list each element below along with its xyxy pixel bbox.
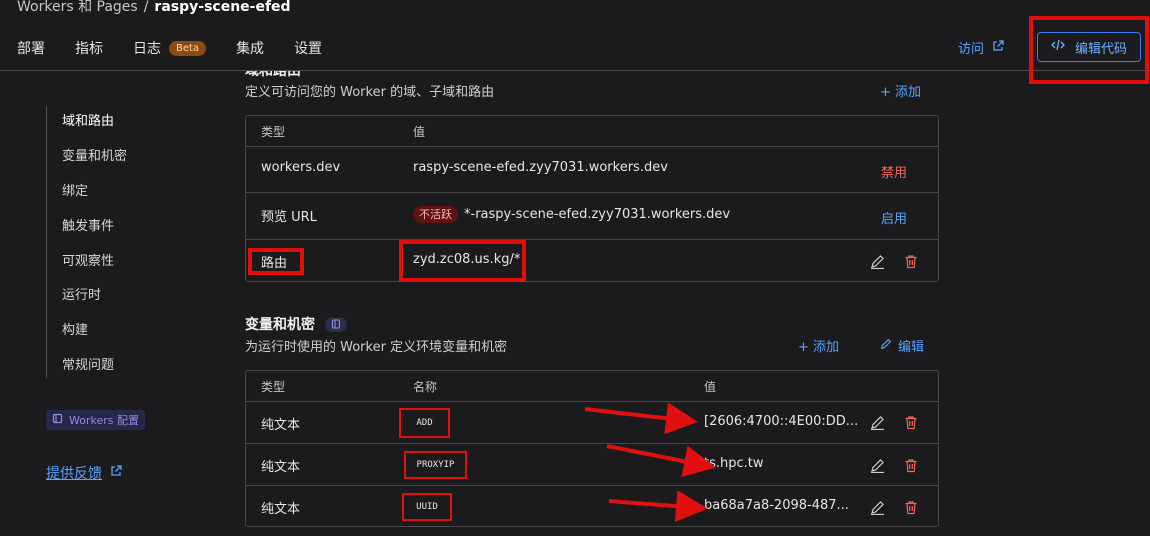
edit-variables-button[interactable]: 编辑	[880, 336, 924, 355]
beta-badge: Beta	[169, 40, 207, 56]
workers-config-label: Workers 配置	[69, 414, 139, 427]
code-icon	[1051, 39, 1065, 55]
inactive-badge: 不活跃	[413, 206, 458, 223]
row-type: workers.dev	[261, 160, 341, 175]
tab-deployments[interactable]: 部署	[17, 38, 45, 58]
tab-bar: 部署 指标 日志 Beta 集成 设置	[17, 38, 352, 58]
column-header-value: 值	[413, 125, 426, 139]
visit-link[interactable]: 访问	[958, 38, 1004, 57]
external-link-icon	[992, 39, 1004, 56]
sidebar-item-runtime[interactable]: 运行时	[62, 284, 101, 303]
breadcrumb: Workers 和 Pages / raspy-scene-efed	[17, 0, 291, 16]
column-header-value: 值	[704, 380, 717, 394]
add-domain-button[interactable]: + 添加	[880, 81, 921, 100]
pencil-icon[interactable]	[868, 413, 886, 431]
row-type: 纯文本	[261, 502, 301, 517]
feedback-link[interactable]: 提供反馈	[46, 463, 122, 483]
row-value: [2606:4700::4E00:DD...	[704, 414, 859, 429]
row-value: ts.hpc.tw	[704, 456, 764, 471]
row-type: 纯文本	[261, 418, 301, 433]
domains-description: 定义可访问您的 Worker 的域、子域和路由	[245, 85, 495, 100]
book-icon	[52, 413, 63, 427]
tab-logs[interactable]: 日志 Beta	[133, 38, 207, 58]
row-type: 路由	[261, 256, 288, 271]
variables-section-title: 变量和机密	[245, 314, 347, 334]
table-row: 纯文本 [2606:4700::4E00:DD...	[246, 401, 938, 444]
sidebar-item-domains[interactable]: 域和路由	[62, 110, 114, 129]
column-header-type: 类型	[261, 125, 286, 139]
trash-icon[interactable]	[902, 456, 920, 474]
table-row: workers.dev raspy-scene-efed.zyy7031.wor…	[246, 146, 938, 193]
workers-config-link[interactable]: Workers 配置	[46, 410, 145, 430]
table-row: 预览 URL 不活跃 *-raspy-scene-efed.zyy7031.wor…	[246, 192, 938, 240]
sidebar-item-bindings[interactable]: 绑定	[62, 180, 88, 199]
edit-code-button[interactable]: 编辑代码	[1037, 32, 1141, 62]
feedback-label: 提供反馈	[46, 466, 102, 482]
sidebar-divider	[46, 106, 47, 378]
trash-icon[interactable]	[902, 252, 920, 270]
table-row: 纯文本 ba68a7a8-2098-487...	[246, 485, 938, 528]
row-value: ba68a7a8-2098-487...	[704, 498, 849, 513]
variables-table: 类型 名称 值 纯文本 [2606:4700::4E00:DD... 纯文本 t…	[245, 370, 939, 527]
variables-description: 为运行时使用的 Worker 定义环境变量和机密	[245, 340, 508, 355]
external-link-icon	[110, 465, 122, 481]
variables-title-label: 变量和机密	[245, 317, 315, 333]
book-icon[interactable]	[325, 316, 347, 332]
breadcrumb-parent[interactable]: Workers 和 Pages	[17, 0, 138, 15]
pencil-icon	[880, 338, 892, 354]
sidebar-item-triggers[interactable]: 触发事件	[62, 215, 114, 234]
row-value-wrap: 不活跃 *-raspy-scene-efed.zyy7031.workers.de…	[413, 206, 731, 223]
domains-table: 类型 值 workers.dev raspy-scene-efed.zyy703…	[245, 115, 939, 282]
tab-integrations[interactable]: 集成	[236, 38, 264, 58]
row-type: 预览 URL	[261, 210, 317, 225]
trash-icon[interactable]	[902, 413, 920, 431]
column-header-type: 类型	[261, 380, 286, 394]
table-header: 类型 值	[246, 116, 938, 146]
sidebar-item-observability[interactable]: 可观察性	[62, 250, 114, 269]
enable-button[interactable]: 启用	[881, 208, 907, 227]
visit-label: 访问	[958, 42, 985, 57]
breadcrumb-separator: /	[143, 0, 149, 15]
add-variable-button[interactable]: + 添加	[798, 336, 839, 355]
sidebar-item-variables[interactable]: 变量和机密	[62, 145, 127, 164]
table-header: 类型 名称 值	[246, 371, 938, 401]
table-row: 路由 zyd.zc08.us.kg/*	[246, 239, 938, 283]
edit-code-label: 编辑代码	[1074, 41, 1127, 57]
sidebar-item-build[interactable]: 构建	[62, 319, 88, 338]
tab-settings[interactable]: 设置	[294, 38, 322, 58]
pencil-icon[interactable]	[868, 456, 886, 474]
tab-metrics[interactable]: 指标	[75, 38, 103, 58]
disable-button[interactable]: 禁用	[881, 162, 907, 181]
pencil-icon[interactable]	[868, 498, 886, 516]
table-row: 纯文本 ts.hpc.tw	[246, 443, 938, 486]
breadcrumb-project: raspy-scene-efed	[154, 0, 291, 15]
edit-variables-label: 编辑	[898, 340, 925, 355]
row-type: 纯文本	[261, 460, 301, 475]
row-value: raspy-scene-efed.zyy7031.workers.dev	[413, 160, 668, 175]
pencil-icon[interactable]	[868, 252, 886, 270]
row-value: zyd.zc08.us.kg/*	[413, 252, 521, 267]
tab-logs-label: 日志	[133, 41, 161, 57]
column-header-name: 名称	[413, 380, 438, 394]
trash-icon[interactable]	[902, 498, 920, 516]
row-value: *-raspy-scene-efed.zyy7031.workers.dev	[464, 207, 731, 222]
top-bar: Workers 和 Pages / raspy-scene-efed 部署 指标 日…	[0, 0, 1150, 71]
sidebar-item-general[interactable]: 常规问题	[62, 354, 114, 373]
